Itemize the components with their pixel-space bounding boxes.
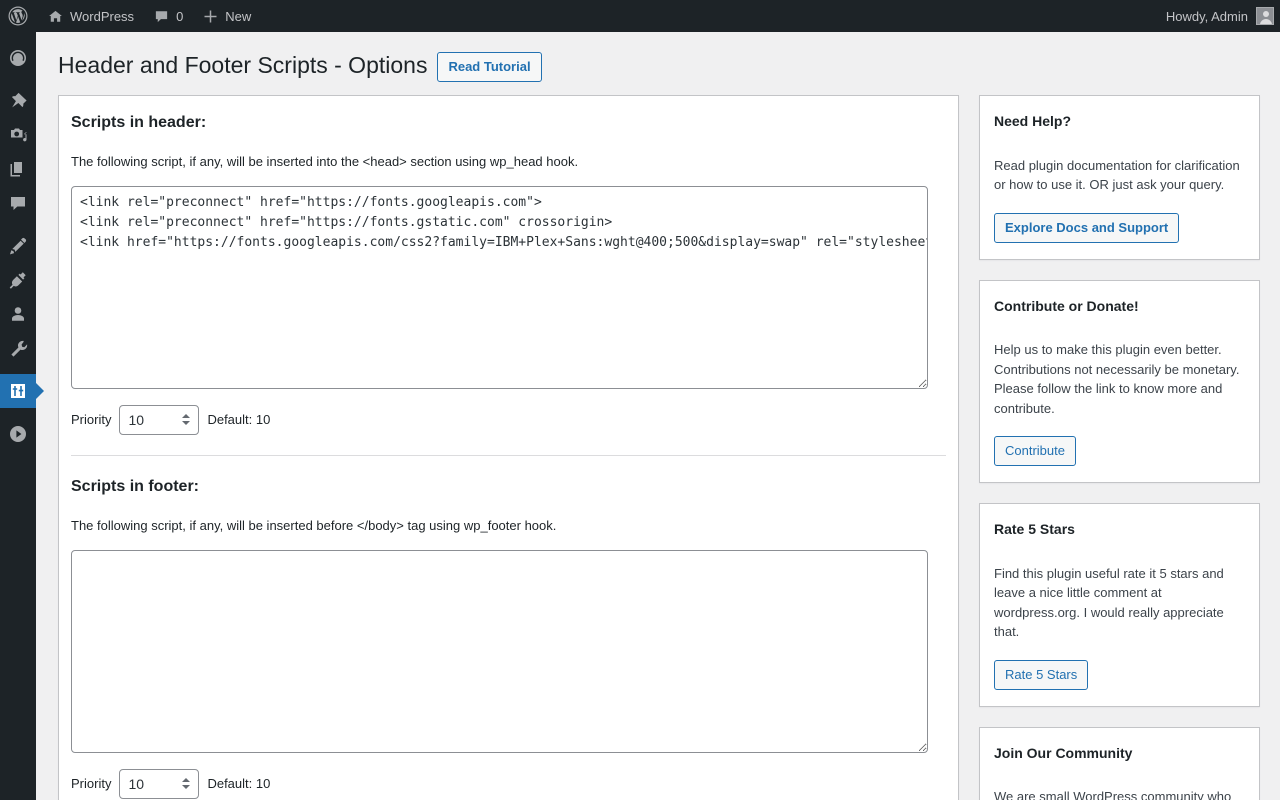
community-body: We are small WordPress community who wel…: [994, 787, 1245, 800]
adminbar-howdy-label: Howdy, Admin: [1156, 0, 1248, 32]
footer-section-description: The following script, if any, will be in…: [71, 516, 946, 536]
adminbar-site-name-label: WordPress: [70, 9, 134, 24]
adminbar-site-name[interactable]: WordPress: [38, 0, 144, 32]
adminbar-comments-count: 0: [176, 9, 183, 24]
need-help-body: Read plugin documentation for clarificat…: [994, 156, 1245, 195]
content-area: Header and Footer Scripts - Options Read…: [36, 32, 1280, 800]
read-tutorial-button[interactable]: Read Tutorial: [437, 52, 541, 82]
admin-bar: WordPress 0 New Howdy, Admin: [0, 0, 1280, 32]
menu-spacer-top: [0, 32, 36, 41]
footer-priority-stepper[interactable]: [179, 773, 193, 795]
sidebar-item-pages[interactable]: [0, 152, 36, 186]
sidebar-item-posts[interactable]: [0, 84, 36, 118]
header-priority-stepper[interactable]: [179, 409, 193, 431]
avatar: [1256, 7, 1274, 25]
header-priority-default: Default: 10: [207, 412, 270, 427]
wrench-icon: [8, 338, 28, 358]
pages-stack-icon: [8, 159, 28, 179]
contribute-title: Contribute or Donate!: [994, 297, 1245, 317]
chevron-down-icon[interactable]: [182, 785, 190, 789]
contribute-box: Contribute or Donate! Help us to make th…: [979, 280, 1260, 484]
footer-section-heading: Scripts in footer:: [71, 476, 946, 498]
chevron-down-icon[interactable]: [182, 421, 190, 425]
comment-bubble-icon: [8, 193, 28, 213]
page-title-text: Header and Footer Scripts - Options: [58, 51, 427, 81]
adminbar-new-content[interactable]: New: [193, 0, 261, 32]
media-camera-music-icon: [8, 125, 28, 145]
community-box: Join Our Community We are small WordPres…: [979, 727, 1260, 800]
explore-docs-button[interactable]: Explore Docs and Support: [994, 213, 1179, 243]
sidebar-item-users[interactable]: [0, 297, 36, 331]
dashboard-gauge-icon: [8, 48, 28, 68]
main-columns: Scripts in header: The following script,…: [58, 95, 1260, 800]
circle-arrow-icon: [8, 424, 28, 444]
sidebar-item-collapse-menu[interactable]: [0, 417, 36, 451]
section-divider: [71, 455, 946, 456]
home-icon: [48, 9, 63, 24]
header-priority-field[interactable]: [119, 405, 199, 435]
adminbar-wp-logo[interactable]: [0, 0, 38, 32]
admin-sidebar-menu[interactable]: [0, 32, 36, 800]
footer-priority-default: Default: 10: [207, 776, 270, 791]
sidebar-item-tools[interactable]: [0, 331, 36, 365]
sidebar-item-plugins[interactable]: [0, 263, 36, 297]
adminbar-comments[interactable]: 0: [144, 0, 193, 32]
comment-bubble-icon: [154, 9, 169, 24]
sliders-settings-icon: [8, 381, 28, 401]
wordpress-logo-icon: [8, 6, 28, 26]
footer-priority-label: Priority: [71, 776, 111, 791]
main-column: Scripts in header: The following script,…: [58, 95, 959, 800]
sidebar-item-appearance[interactable]: [0, 229, 36, 263]
rate-title: Rate 5 Stars: [994, 520, 1245, 540]
footer-scripts-textarea[interactable]: [71, 550, 928, 753]
contribute-button[interactable]: Contribute: [994, 436, 1076, 466]
menu-spacer-2: [0, 220, 36, 229]
page-title: Header and Footer Scripts - Options Read…: [58, 42, 1260, 95]
header-section-heading: Scripts in header:: [71, 112, 946, 134]
menu-spacer-1: [0, 75, 36, 84]
adminbar-account-area[interactable]: Howdy, Admin: [1156, 0, 1280, 32]
options-panel: Scripts in header: The following script,…: [58, 95, 959, 800]
contribute-body: Help us to make this plugin even better.…: [994, 340, 1245, 418]
menu-spacer-3: [0, 365, 36, 374]
need-help-box: Need Help? Read plugin documentation for…: [979, 95, 1260, 260]
chevron-up-icon[interactable]: [182, 778, 190, 782]
content-body: Header and Footer Scripts - Options Read…: [36, 32, 1280, 800]
footer-priority-row: Priority Default: 10: [71, 769, 946, 799]
sidebar-item-header-footer-scripts[interactable]: [0, 374, 36, 408]
sidebar-item-media[interactable]: [0, 118, 36, 152]
menu-spacer-4: [0, 408, 36, 417]
header-scripts-textarea[interactable]: <link rel="preconnect" href="https://fon…: [71, 186, 928, 389]
sidebar-item-comments[interactable]: [0, 186, 36, 220]
rate-box: Rate 5 Stars Find this plugin useful rat…: [979, 503, 1260, 707]
header-priority-label: Priority: [71, 412, 111, 427]
paintbrush-icon: [8, 236, 28, 256]
plug-icon: [8, 270, 28, 290]
user-icon: [8, 304, 28, 324]
adminbar-new-label: New: [225, 9, 251, 24]
header-section-description: The following script, if any, will be in…: [71, 152, 946, 172]
side-column: Need Help? Read plugin documentation for…: [979, 95, 1260, 800]
plus-icon: [203, 9, 218, 24]
chevron-up-icon[interactable]: [182, 414, 190, 418]
rate-body: Find this plugin useful rate it 5 stars …: [994, 564, 1245, 642]
community-title: Join Our Community: [994, 744, 1245, 764]
need-help-title: Need Help?: [994, 112, 1245, 132]
rate-5-stars-button[interactable]: Rate 5 Stars: [994, 660, 1088, 690]
footer-priority-field[interactable]: [119, 769, 199, 799]
header-priority-row: Priority Default: 10: [71, 405, 946, 435]
sidebar-item-dashboard[interactable]: [0, 41, 36, 75]
pushpin-icon: [8, 91, 28, 111]
